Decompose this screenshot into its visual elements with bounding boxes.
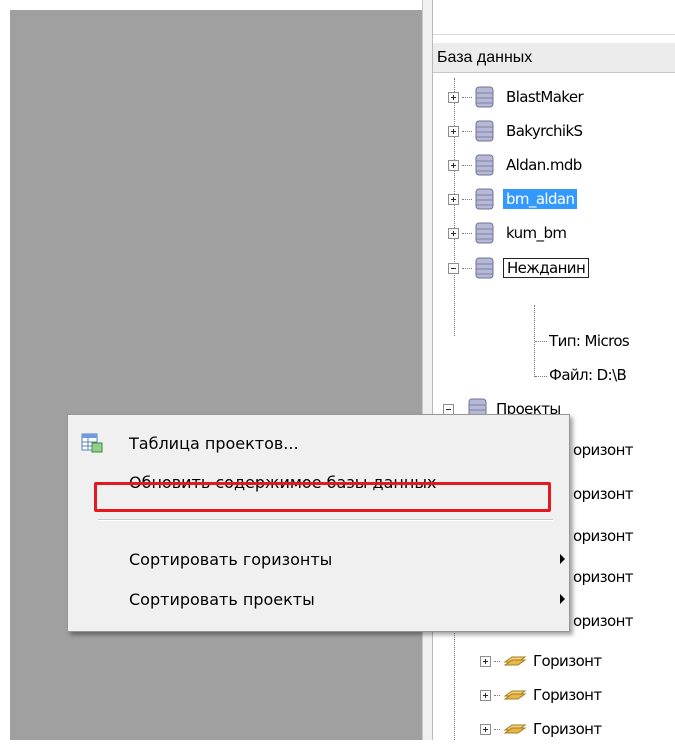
horizon-icon (503, 724, 527, 734)
tree-item-database[interactable]: BakyrchikS (448, 114, 585, 148)
tree-item-label: оризонт (573, 527, 634, 545)
tree-item-label: BlastMaker (506, 88, 584, 106)
tree-item-label: Тип: Micros (549, 332, 630, 350)
tree-guide-line (535, 376, 547, 377)
tree-item-horizon[interactable]: Горизонт (480, 712, 602, 746)
tree-item-label: kum_bm (506, 224, 567, 242)
database-icon (475, 154, 494, 176)
database-icon (475, 222, 494, 244)
database-icon (475, 257, 494, 279)
menu-item-label: Сортировать проекты (129, 589, 315, 609)
submenu-arrow-icon (560, 554, 565, 564)
tree-item-horizon[interactable]: оризонт (573, 560, 634, 594)
database-icon (475, 188, 494, 210)
horizon-icon (503, 656, 527, 666)
menu-item-label: Сортировать горизонты (129, 549, 333, 569)
tree-item-database-expanded[interactable]: Нежданин (448, 251, 590, 285)
tree-item-horizon[interactable]: Горизонт (480, 678, 602, 712)
horizon-icon (503, 690, 527, 700)
menu-separator (98, 519, 553, 521)
top-toolbar (433, 0, 675, 35)
tree-item-label: Горизонт (533, 652, 602, 670)
menu-item-sort-projects[interactable]: Сортировать проекты (68, 581, 569, 617)
menu-item-sort-horizons[interactable]: Сортировать горизонты (68, 541, 569, 577)
menu-item-label: Таблица проектов... (129, 433, 299, 453)
tree-item-label: Файл: D:\B (549, 366, 627, 384)
expand-icon[interactable] (448, 193, 459, 205)
expand-icon[interactable] (448, 227, 459, 239)
tree-guide-line (535, 341, 547, 342)
tree-item-label: bm_aldan (503, 189, 578, 209)
tree-item-label: Горизонт (533, 720, 602, 738)
tree-item-detail: Тип: Micros (549, 324, 630, 358)
tree-item-horizon[interactable]: Горизонт (480, 644, 602, 678)
expand-icon[interactable] (448, 125, 459, 137)
expand-icon[interactable] (480, 655, 491, 667)
tree-item-label: BakyrchikS (506, 122, 583, 140)
tree-item-horizon[interactable]: оризонт (573, 477, 634, 511)
tree-item-database[interactable]: kum_bm (448, 216, 569, 250)
context-menu: Таблица проектов... Обновить содержимое … (67, 414, 570, 632)
tree-item-label: оризонт (573, 441, 634, 459)
expand-icon[interactable] (448, 159, 459, 171)
tree-item-database[interactable]: Aldan.mdb (448, 148, 585, 182)
expand-icon[interactable] (480, 723, 491, 735)
tree-item-label: Горизонт (533, 686, 602, 704)
collapse-icon[interactable] (443, 403, 454, 415)
tree-item-database[interactable]: BlastMaker (448, 80, 586, 114)
tree-item-horizon[interactable]: оризонт (573, 433, 634, 467)
tree-item-label: оризонт (573, 568, 634, 586)
tree-item-label: Aldan.mdb (506, 156, 582, 174)
tree-item-detail: Файл: D:\B (549, 358, 627, 392)
collapse-icon[interactable] (448, 262, 459, 274)
tree-item-label: оризонт (573, 612, 634, 630)
tree-item-horizon[interactable]: оризонт (573, 519, 634, 553)
annotation-highlight-box (94, 482, 551, 512)
submenu-arrow-icon (560, 594, 565, 604)
tree-item-database-selected[interactable]: bm_aldan (448, 182, 578, 216)
tree-item-label: оризонт (573, 485, 634, 503)
tree-item-label: Нежданин (503, 258, 590, 278)
expand-icon[interactable] (448, 91, 459, 103)
panel-header: База данных (433, 43, 675, 73)
tree-item-horizon[interactable]: оризонт (573, 604, 634, 638)
menu-item-projects-table[interactable]: Таблица проектов... (68, 425, 569, 461)
table-icon (81, 433, 103, 453)
database-icon (475, 120, 494, 142)
database-icon (475, 86, 494, 108)
expand-icon[interactable] (480, 689, 491, 701)
